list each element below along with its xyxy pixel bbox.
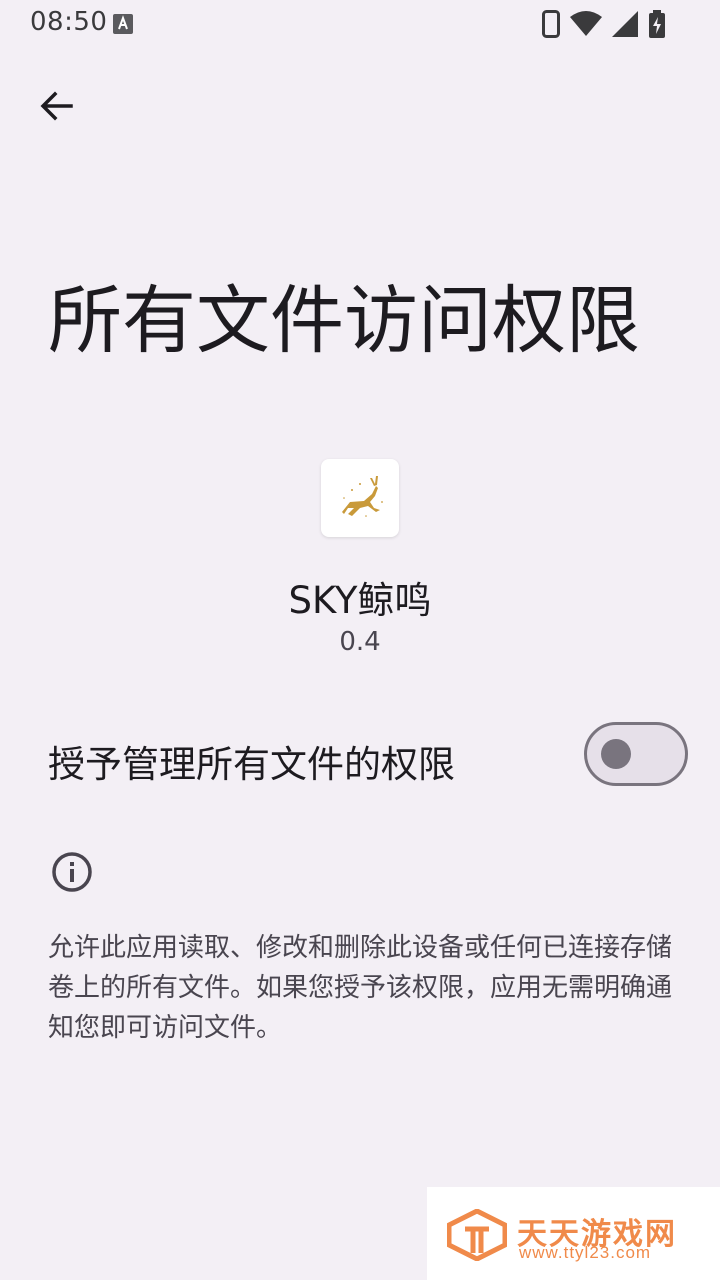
keyboard-a-icon xyxy=(113,14,133,34)
permission-toggle-row[interactable]: 授予管理所有文件的权限 xyxy=(0,718,720,798)
status-bar: 08:50 xyxy=(0,0,720,48)
deer-logo-icon xyxy=(342,476,383,517)
watermark-logo-icon xyxy=(447,1209,507,1261)
signal-icon xyxy=(612,11,638,37)
watermark-url: www.ttyl23.com xyxy=(519,1243,652,1262)
app-name: SKY鲸鸣 xyxy=(288,579,432,622)
phone-icon xyxy=(542,10,560,38)
permission-description: 允许此应用读取、修改和删除此设备或任何已连接存储卷上的所有文件。如果您授予该权限… xyxy=(48,933,673,1043)
app-version: 0.4 xyxy=(339,627,381,657)
back-button[interactable] xyxy=(30,80,82,132)
info-icon xyxy=(52,852,92,892)
watermark: 天天游戏网 www.ttyl23.com xyxy=(427,1187,720,1280)
status-time: 08:50 xyxy=(30,7,108,37)
app-icon xyxy=(321,459,399,537)
permission-switch[interactable] xyxy=(584,722,688,786)
battery-charging-icon xyxy=(649,10,665,38)
switch-thumb xyxy=(601,739,631,769)
status-icons xyxy=(542,10,666,38)
wifi-icon xyxy=(570,11,602,36)
permission-toggle-label: 授予管理所有文件的权限 xyxy=(48,743,455,786)
arrow-back-icon xyxy=(40,91,73,121)
page-title: 所有文件访问权限 xyxy=(48,278,640,364)
